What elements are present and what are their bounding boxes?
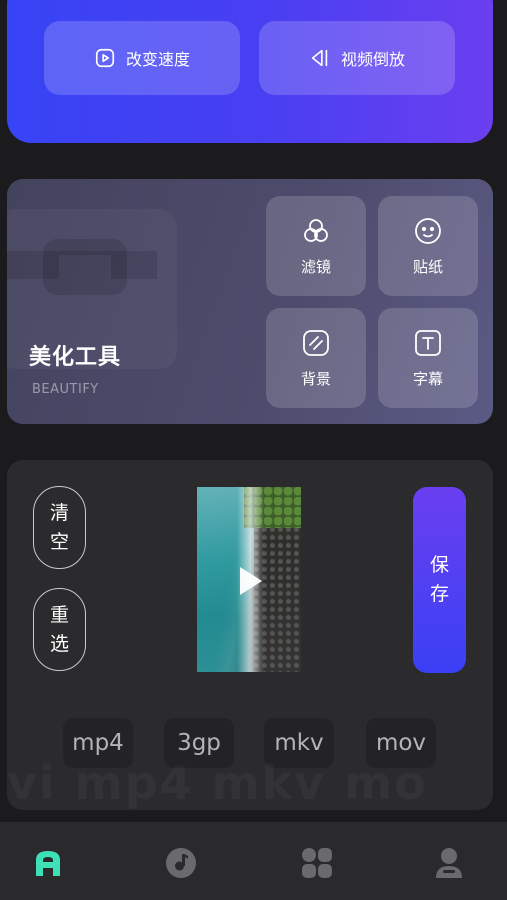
- decorative-format-text: vi mp4 mkv mo: [7, 756, 428, 810]
- decorative-ring: [43, 239, 127, 295]
- music-icon: [166, 848, 196, 878]
- subtitle-tool-button[interactable]: 字幕: [378, 308, 478, 408]
- reselect-label: 重选: [49, 603, 69, 655]
- filter-label: 滤镜: [300, 257, 331, 276]
- nav-home[interactable]: [31, 846, 65, 880]
- save-label: 保存: [429, 554, 449, 605]
- play-icon[interactable]: [240, 567, 262, 595]
- video-editor-card: 清空 重选 保存 mp4 3gp mkv mov vi mp4 mkv mo: [7, 460, 493, 810]
- profile-icon: [436, 848, 462, 878]
- change-speed-label: 改变速度: [125, 50, 190, 69]
- reverse-video-label: 视频倒放: [340, 50, 405, 69]
- video-preview[interactable]: [197, 487, 301, 672]
- nav-apps[interactable]: [300, 846, 334, 880]
- clear-button[interactable]: 清空: [33, 486, 86, 569]
- sticker-icon: [415, 217, 441, 244]
- beautify-subtitle: BEAUTIFY: [32, 382, 99, 397]
- apps-icon: [302, 848, 332, 878]
- reverse-icon: [311, 49, 328, 67]
- subtitle-icon: [415, 329, 441, 356]
- background-tool-button[interactable]: 背景: [266, 308, 366, 408]
- home-icon: [36, 851, 60, 876]
- subtitle-label: 字幕: [412, 369, 443, 388]
- reverse-video-button[interactable]: 视频倒放: [259, 21, 455, 95]
- nav-music[interactable]: [164, 846, 198, 880]
- background-label: 背景: [300, 369, 331, 388]
- speed-icon: [95, 48, 115, 68]
- nav-profile[interactable]: [432, 846, 466, 880]
- clear-label: 清空: [49, 501, 69, 553]
- save-button[interactable]: 保存: [413, 487, 466, 673]
- bottom-nav: [0, 822, 507, 900]
- top-actions-card: 改变速度 视频倒放: [7, 0, 493, 143]
- reselect-button[interactable]: 重选: [33, 588, 86, 671]
- filter-tool-button[interactable]: 滤镜: [266, 196, 366, 296]
- beautify-title: 美化工具: [29, 345, 122, 370]
- change-speed-button[interactable]: 改变速度: [44, 21, 240, 95]
- sticker-tool-button[interactable]: 贴纸: [378, 196, 478, 296]
- sticker-label: 贴纸: [412, 257, 443, 276]
- beautify-card: 美化工具 BEAUTIFY 滤镜 贴纸 背景 字幕: [7, 179, 493, 424]
- filter-icon: [304, 218, 328, 242]
- background-icon: [303, 329, 329, 356]
